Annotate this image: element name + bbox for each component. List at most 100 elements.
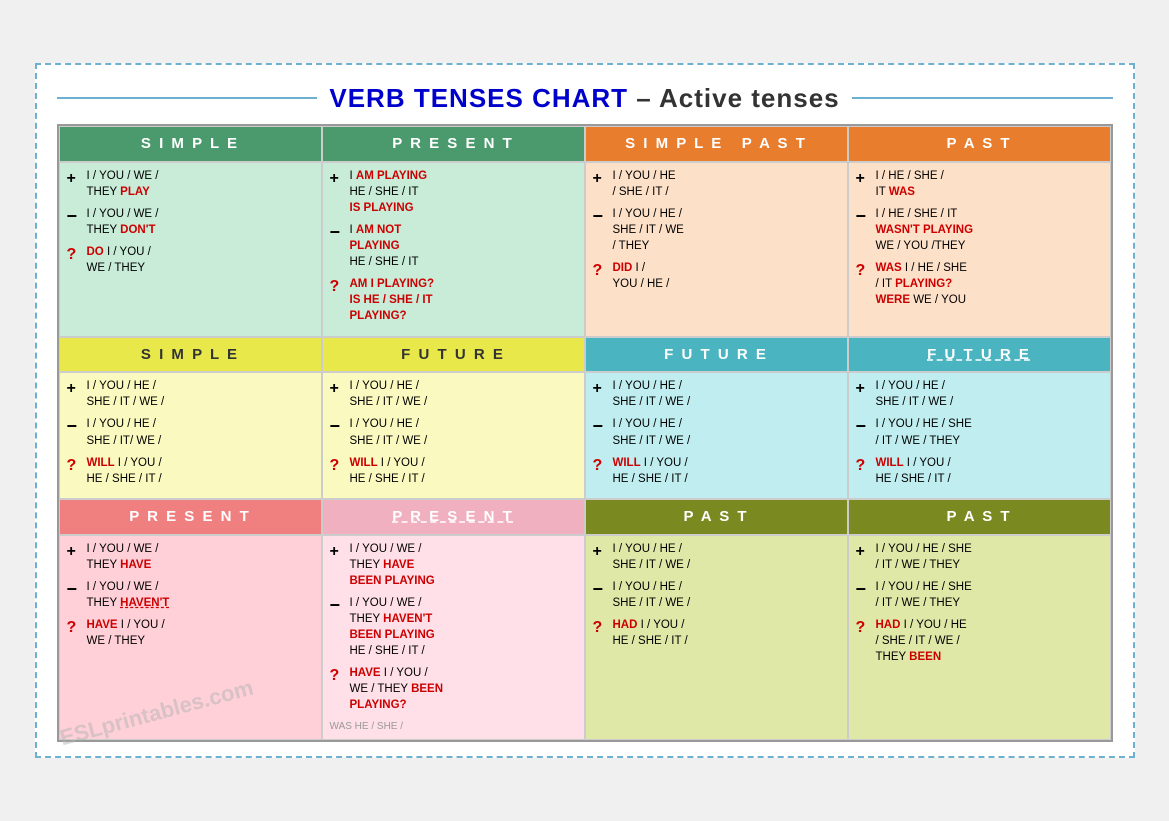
header-simple: S I M P L E xyxy=(59,126,322,162)
row-plus-sp: + I / YOU / HE/ SHE / IT / xyxy=(593,168,840,200)
minus-symbol-sp: − xyxy=(593,204,609,229)
present-dashed: P R E S E N T xyxy=(392,508,514,525)
q-symbol-pps: ? xyxy=(67,617,83,639)
row-content-pc-q: AM I PLAYING?IS HE / SHE / ITPLAYING? xyxy=(350,276,577,324)
title-sub: – Active tenses xyxy=(628,83,840,113)
row-content-pps-minus: I / YOU / WE /THEY HAVEN'T xyxy=(87,579,314,611)
minus-symbol-pps: − xyxy=(67,577,83,602)
plus-symbol-ppasc: + xyxy=(856,541,872,563)
minus-symbol-fc: − xyxy=(330,414,346,439)
row-plus-ppasc: + I / YOU / HE / SHE/ IT / WE / THEY xyxy=(856,541,1103,573)
row-content-ppasc-minus: I / YOU / HE / SHE/ IT / WE / THEY xyxy=(876,579,1103,611)
row-plus-ppc: + I / YOU / WE /THEY HAVEBEEN PLAYING xyxy=(330,541,577,589)
cell-simple-past-simple: + I / YOU / HE/ SHE / IT / − I / YOU / H… xyxy=(585,162,848,337)
row-plus-pc: + I AM PLAYINGHE / SHE / ITIS PLAYING xyxy=(330,168,577,216)
row-minus-sfs: − I / YOU / HE /SHE / IT/ WE / xyxy=(67,416,314,448)
row-plus-pastc: + I / HE / SHE /IT WAS xyxy=(856,168,1103,200)
row-minus-simple: − I / YOU / WE /THEY DON'T xyxy=(67,206,314,238)
row-content-fpc-q: WILL I / YOU /HE / SHE / IT / xyxy=(876,455,1103,487)
header-simple-past: S I M P L E P A S T xyxy=(585,126,848,162)
row-q-fpc: ? WILL I / YOU /HE / SHE / IT / xyxy=(856,455,1103,487)
row-minus-sp: − I / YOU / HE /SHE / IT / WE/ THEY xyxy=(593,206,840,254)
extra-line: WAS HE / SHE / xyxy=(330,720,577,735)
plus-symbol-sfs: + xyxy=(67,378,83,400)
row-minus-fc: − I / YOU / HE /SHE / IT / WE / xyxy=(330,416,577,448)
header-future: F U T U R E xyxy=(322,337,585,373)
row-content-pps-plus: I / YOU / WE /THEY HAVE xyxy=(87,541,314,573)
row-content-ppas-minus: I / YOU / HE /SHE / IT / WE / xyxy=(613,579,840,611)
title-bar: VERB TENSES CHART – Active tenses xyxy=(57,83,1113,114)
minus-symbol: − xyxy=(67,204,83,229)
row-content-sp-q: DID I /YOU / HE / xyxy=(613,260,840,292)
row-q-pps: ? HAVE I / YOU /WE / THEY xyxy=(67,617,314,649)
header-future2: F U T U R E xyxy=(585,337,848,373)
q-symbol-pc: ? xyxy=(330,276,346,298)
row-plus-pps: + I / YOU / WE /THEY HAVE xyxy=(67,541,314,573)
cell-present-perfect-simple: + I / YOU / WE /THEY HAVE − I / YOU / WE… xyxy=(59,535,322,740)
header-present-perfect-cont: P R E S E N T xyxy=(322,499,585,535)
cell-past-perfect-cont: + I / YOU / HE / SHE/ IT / WE / THEY − I… xyxy=(848,535,1111,740)
row-content-fpc-plus: I / YOU / HE /SHE / IT / WE / xyxy=(876,378,1103,410)
row-q-fc: ? WILL I / YOU /HE / SHE / IT / xyxy=(330,455,577,487)
row-minus-ppc: − I / YOU / WE /THEY HAVEN'TBEEN PLAYING… xyxy=(330,595,577,659)
row-content-fc-plus: I / YOU / HE /SHE / IT / WE / xyxy=(350,378,577,410)
row-content-pps-q: HAVE I / YOU /WE / THEY xyxy=(87,617,314,649)
minus-symbol-ppas: − xyxy=(593,577,609,602)
minus-symbol-pastc: − xyxy=(856,204,872,229)
row-minus-pastc: − I / HE / SHE / ITWASN'T PLAYINGWE / YO… xyxy=(856,206,1103,254)
row-content-ppc-q: HAVE I / YOU /WE / THEY BEENPLAYING? xyxy=(350,665,577,713)
row-content-ppc-minus: I / YOU / WE /THEY HAVEN'TBEEN PLAYINGHE… xyxy=(350,595,577,659)
q-symbol-sfs: ? xyxy=(67,455,83,477)
q-symbol-pastc: ? xyxy=(856,260,872,282)
chart-grid: S I M P L E P R E S E N T S I M P L E P … xyxy=(57,124,1113,742)
header-future3: F U T U R E xyxy=(848,337,1111,373)
row-content-ppasc-q: HAD I / YOU / HE/ SHE / IT / WE /THEY BE… xyxy=(876,617,1103,665)
row-content-fpc-minus: I / YOU / HE / SHE/ IT / WE / THEY xyxy=(876,416,1103,448)
plus-symbol-ppc: + xyxy=(330,541,346,563)
cell-present-continuous: + I AM PLAYINGHE / SHE / ITIS PLAYING − … xyxy=(322,162,585,337)
row-plus-fpc: + I / YOU / HE /SHE / IT / WE / xyxy=(856,378,1103,410)
header-past-perfect-cont: P A S T xyxy=(848,499,1111,535)
cell-simple-present-simple: + I / YOU / WE /THEY PLAY − I / YOU / WE… xyxy=(59,162,322,337)
row-q-ppc: ? HAVE I / YOU /WE / THEY BEENPLAYING? xyxy=(330,665,577,713)
cell-past-continuous: + I / HE / SHE /IT WAS − I / HE / SHE / … xyxy=(848,162,1111,337)
row-content-pastc-q: WAS I / HE / SHE/ IT PLAYING?WERE WE / Y… xyxy=(876,260,1103,308)
row-content-ppas-q: HAD I / YOU /HE / SHE / IT / xyxy=(613,617,840,649)
row-q-sp: ? DID I /YOU / HE / xyxy=(593,260,840,292)
row-minus-pps: − I / YOU / WE /THEY HAVEN'T xyxy=(67,579,314,611)
row-content-fp-q: WILL I / YOU /HE / SHE / IT / xyxy=(613,455,840,487)
row-content-ppas-plus: I / YOU / HE /SHE / IT / WE / xyxy=(613,541,840,573)
row-content-q: DO I / YOU /WE / THEY xyxy=(87,244,314,276)
minus-symbol-fpc: − xyxy=(856,414,872,439)
row-content-sp-minus: I / YOU / HE /SHE / IT / WE/ THEY xyxy=(613,206,840,254)
row-content: I / YOU / WE /THEY PLAY xyxy=(87,168,314,200)
q-symbol-ppc: ? xyxy=(330,665,346,687)
row-content-fp-minus: I / YOU / HE /SHE / IT / WE / xyxy=(613,416,840,448)
row-content-ppc-plus: I / YOU / WE /THEY HAVEBEEN PLAYING xyxy=(350,541,577,589)
q-symbol-sp: ? xyxy=(593,260,609,282)
row-q-ppasc: ? HAD I / YOU / HE/ SHE / IT / WE /THEY … xyxy=(856,617,1103,665)
header-past: P A S T xyxy=(848,126,1111,162)
row-q-sfs: ? WILL I / YOU /HE / SHE / IT / xyxy=(67,455,314,487)
cell-past-perfect-simple: + I / YOU / HE /SHE / IT / WE / − I / YO… xyxy=(585,535,848,740)
row-content-pastc-plus: I / HE / SHE /IT WAS xyxy=(876,168,1103,200)
minus-symbol-fp: − xyxy=(593,414,609,439)
q-symbol-fpc: ? xyxy=(856,455,872,477)
title-left-line xyxy=(57,97,318,99)
q-symbol-ppasc: ? xyxy=(856,617,872,639)
row-q-pc: ? AM I PLAYING?IS HE / SHE / ITPLAYING? xyxy=(330,276,577,324)
cell-simple-future-s: + I / YOU / HE /SHE / IT / WE / − I / YO… xyxy=(59,372,322,499)
row-content-pc-minus: I AM NOTPLAYINGHE / SHE / IT xyxy=(350,222,577,270)
row-content-minus: I / YOU / WE /THEY DON'T xyxy=(87,206,314,238)
row-plus-sfs: + I / YOU / HE /SHE / IT / WE / xyxy=(67,378,314,410)
plus-symbol-fc: + xyxy=(330,378,346,400)
minus-symbol-ppc: − xyxy=(330,593,346,618)
row-plus-fp: + I / YOU / HE /SHE / IT / WE / xyxy=(593,378,840,410)
cell-present-perfect-cont: + I / YOU / WE /THEY HAVEBEEN PLAYING − … xyxy=(322,535,585,740)
row-q-ppas: ? HAD I / YOU /HE / SHE / IT / xyxy=(593,617,840,649)
q-symbol-fc: ? xyxy=(330,455,346,477)
row-content-fp-plus: I / YOU / HE /SHE / IT / WE / xyxy=(613,378,840,410)
minus-symbol-pc: − xyxy=(330,220,346,245)
row-content-sfs-plus: I / YOU / HE /SHE / IT / WE / xyxy=(87,378,314,410)
row-content-sp-plus: I / YOU / HE/ SHE / IT / xyxy=(613,168,840,200)
